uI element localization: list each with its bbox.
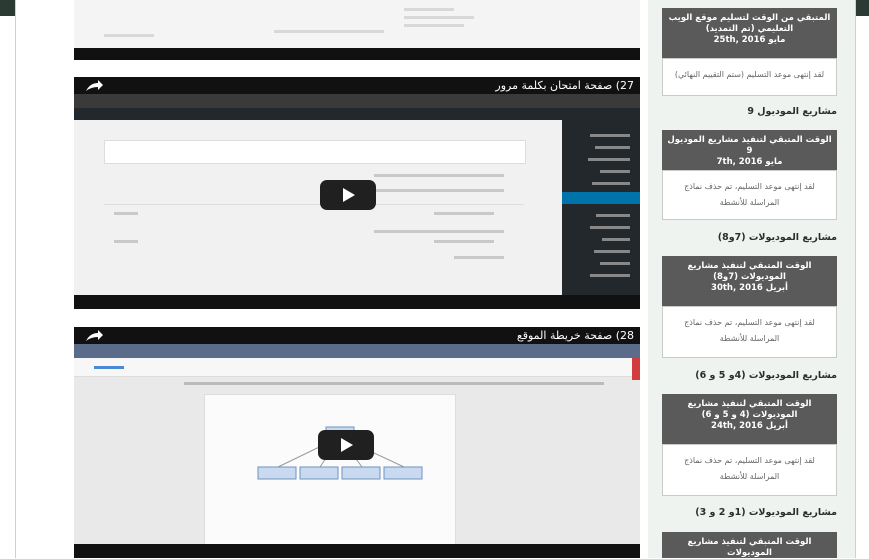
countdown-card-header: الوقت المتبقي لتنفيذ مشاريع الموديولات (… <box>662 394 837 444</box>
countdown-card-body: لقد إنتهى موعد التسليم، تم حذف نماذج الم… <box>662 170 837 220</box>
frame-detail <box>434 212 494 215</box>
card-date: مايو 25th, 2016 <box>713 35 786 45</box>
countdown-card-body: لقد إنتهى موعد التسليم، تم حذف نماذج الم… <box>662 444 837 496</box>
frame-detail <box>594 250 630 253</box>
frame-detail <box>600 170 630 173</box>
page: 27) صفحة امتحان بكلمة مرور 28) صفحة خريط… <box>15 0 856 558</box>
frame-detail <box>184 382 604 385</box>
video-frame <box>74 94 640 295</box>
frame-detail <box>104 34 154 37</box>
share-arrow-icon[interactable] <box>84 330 104 342</box>
frame-detail <box>404 8 454 11</box>
video-title-bar: 27) صفحة امتحان بكلمة مرور <box>74 77 640 94</box>
frame-detail <box>454 256 504 259</box>
card-message: لقد إنتهى موعد التسليم، تم حذف نماذج الم… <box>684 182 815 207</box>
play-button[interactable] <box>320 180 376 210</box>
countdown-card-body: لقد إنتهى موعد التسليم، تم حذف نماذج الم… <box>662 306 837 358</box>
video-player-27[interactable]: 27) صفحة امتحان بكلمة مرور <box>74 77 640 309</box>
play-button[interactable] <box>318 430 374 460</box>
video-bottom-bar <box>74 48 640 60</box>
section-title: مشاريع الموديولات (7و8) <box>717 232 837 243</box>
video-player-previous[interactable] <box>74 0 640 60</box>
section-title: مشاريع الموديول 9 <box>747 106 837 117</box>
frame-detail <box>590 134 630 137</box>
frame-detail <box>434 240 494 243</box>
video-title[interactable]: 27) صفحة امتحان بكلمة مرور <box>495 79 634 92</box>
frame-detail <box>600 262 630 265</box>
frame-browser-bar <box>74 344 640 358</box>
frame-red-tab <box>632 358 640 380</box>
frame-admin-highlight <box>562 192 640 204</box>
video-player-28[interactable]: 28) صفحة خريطة الموقع <box>74 327 640 558</box>
frame-panel <box>104 140 526 164</box>
frame-detail <box>374 174 504 177</box>
frame-detail <box>94 366 124 369</box>
card-message: لقد إنتهى موعد التسليم، تم حذف نماذج الم… <box>684 456 815 481</box>
frame-panel <box>104 204 524 205</box>
share-arrow-icon[interactable] <box>84 80 104 92</box>
frame-toolbar <box>74 358 640 377</box>
video-title-bar: 28) صفحة خريطة الموقع <box>74 327 640 344</box>
countdown-card-header: الوقت المتبقي لتنفيذ مشاريع الموديول 9 م… <box>662 130 837 170</box>
frame-detail <box>374 230 504 233</box>
frame-detail <box>590 226 630 229</box>
frame-detail <box>602 238 630 241</box>
video-bottom-bar <box>74 295 640 309</box>
frame-detail <box>596 214 630 217</box>
sidebar-announcements: المتبقي من الوقت لتسليم موقع الويب التعل… <box>648 0 855 558</box>
card-message: لقد إنتهى موعد التسليم، تم حذف نماذج الم… <box>684 318 815 343</box>
frame-detail <box>595 146 630 149</box>
countdown-card-header: الوقت المتبقي لتنفيذ مشاريع الموديولات (… <box>662 256 837 306</box>
countdown-card-header: المتبقي من الوقت لتسليم موقع الويب التعل… <box>662 8 837 58</box>
card-date: أبريل 30th, 2016 <box>711 283 788 293</box>
video-title[interactable]: 28) صفحة خريطة الموقع <box>517 329 634 342</box>
frame-detail <box>592 182 630 185</box>
card-date: أبريل 24th, 2016 <box>711 421 788 431</box>
card-title: الوقت المتبقي لتنفيذ مشاريع الموديولات (… <box>687 261 812 282</box>
countdown-card-header: الوقت المتبقي لتنفيذ مشاريع الموديولات <box>662 532 837 558</box>
frame-detail <box>404 24 464 27</box>
video-bottom-bar <box>74 544 640 558</box>
card-title: الوقت المتبقي لتنفيذ مشاريع الموديول 9 <box>667 135 832 156</box>
card-date: مايو 7th, 2016 <box>716 157 783 167</box>
frame-detail <box>590 274 630 277</box>
card-title: الوقت المتبقي لتنفيذ مشاريع الموديولات <box>687 537 812 558</box>
card-message: لقد إنتهى موعد التسليم (ستم التقييم النه… <box>674 70 825 79</box>
frame-detail <box>274 30 384 33</box>
video-frame <box>74 344 640 544</box>
card-title: المتبقي من الوقت لتسليم موقع الويب التعل… <box>668 13 831 34</box>
frame-detail <box>114 240 138 243</box>
section-title: مشاريع الموديولات (1و 2 و 3) <box>695 507 837 518</box>
countdown-card-body: لقد إنتهى موعد التسليم (ستم التقييم النه… <box>662 58 837 96</box>
frame-detail <box>404 16 474 19</box>
video-frame <box>74 0 640 48</box>
frame-detail <box>588 158 630 161</box>
frame-browser-bar <box>74 94 640 108</box>
section-title: مشاريع الموديولات (4و 5 و 6) <box>695 370 837 381</box>
card-title: الوقت المتبقي لتنفيذ مشاريع الموديولات (… <box>687 399 812 420</box>
main-content: 27) صفحة امتحان بكلمة مرور 28) صفحة خريط… <box>71 0 640 558</box>
frame-detail <box>114 212 138 215</box>
frame-admin-bar <box>74 108 640 120</box>
